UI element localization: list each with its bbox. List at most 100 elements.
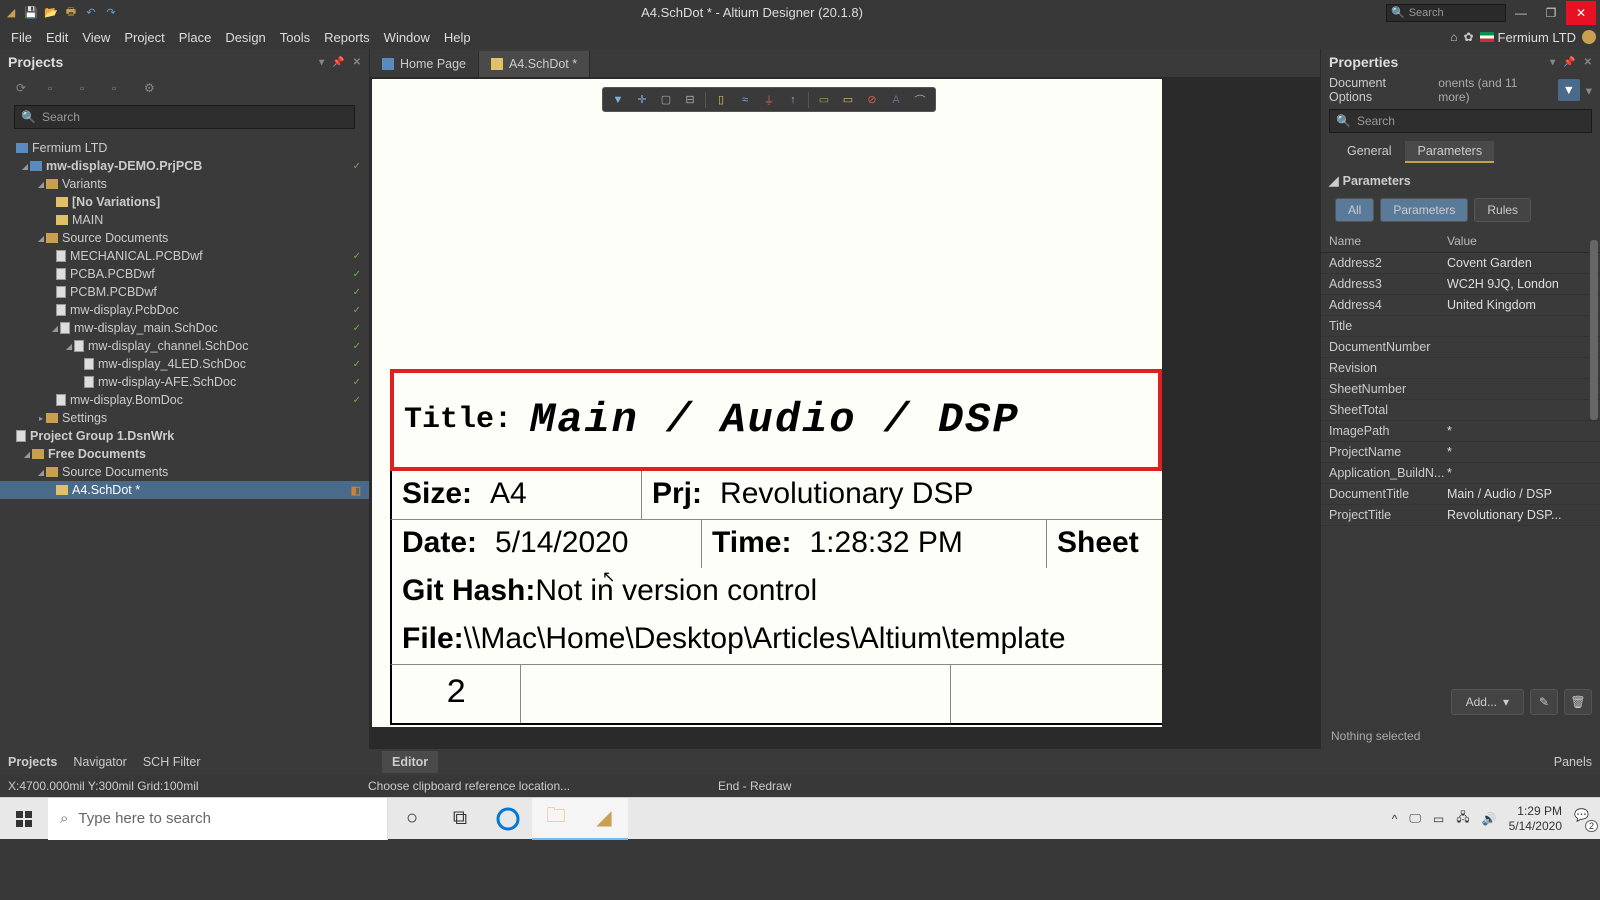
tray-monitor-icon[interactable]: 🖵 (1409, 811, 1421, 826)
tray-volume-icon[interactable]: 🔊 (1482, 812, 1497, 826)
save-icon[interactable]: 💾 (24, 6, 38, 20)
menu-project[interactable]: Project (117, 27, 171, 48)
tree-source-docs[interactable]: ◢Source Documents (0, 229, 369, 247)
tree-a4schdot[interactable]: A4.SchDot *◧ (0, 481, 369, 499)
collapse-icon[interactable]: ◢ (64, 342, 74, 351)
part-icon[interactable]: ▯ (710, 90, 732, 110)
menu-design[interactable]: Design (218, 27, 272, 48)
wire-icon[interactable]: ≈ (734, 90, 756, 110)
tab-parameters[interactable]: Parameters (1405, 141, 1494, 163)
tray-battery-icon[interactable]: ▭ (1433, 812, 1444, 826)
move-icon[interactable]: ✛ (631, 90, 653, 110)
menu-place[interactable]: Place (172, 27, 219, 48)
panel-pin-icon[interactable]: 📌 (332, 57, 344, 68)
cortana-icon[interactable]: ○ (388, 798, 436, 840)
editor-tab[interactable]: Editor (382, 751, 438, 773)
noerc-icon[interactable]: ⊘ (861, 90, 883, 110)
properties-search[interactable]: 🔍 Search (1329, 109, 1592, 133)
tree-doc[interactable]: PCBA.PCBDwf✓ (0, 265, 369, 283)
menu-tools[interactable]: Tools (273, 27, 317, 48)
table-row[interactable]: DocumentTitleMain / Audio / DSP (1321, 484, 1600, 505)
minimize-button[interactable]: — (1506, 1, 1536, 25)
tree-variants[interactable]: ◢Variants (0, 175, 369, 193)
collapse-icon[interactable]: ◢ (20, 162, 30, 171)
toolbar-folder-icon[interactable]: ▫ (80, 81, 94, 95)
panel-dropdown-icon[interactable]: ▾ (319, 57, 324, 68)
parameters-section[interactable]: ◢Parameters (1321, 167, 1600, 194)
tab-home[interactable]: Home Page (370, 51, 479, 77)
tree-settings[interactable]: ▸Settings (0, 409, 369, 427)
undo-icon[interactable]: ↶ (84, 6, 98, 20)
start-button[interactable] (0, 798, 48, 840)
chevron-down-icon[interactable]: ▾ (1586, 83, 1592, 98)
table-row[interactable]: SheetNumber (1321, 379, 1600, 400)
collapse-icon[interactable]: ◢ (36, 234, 46, 243)
tree-doc[interactable]: mw-display.PcbDoc✓ (0, 301, 369, 319)
panel-close-icon[interactable]: ✕ (1584, 57, 1592, 68)
table-row[interactable]: ImagePath* (1321, 421, 1600, 442)
maximize-button[interactable]: ❐ (1536, 1, 1566, 25)
menu-window[interactable]: Window (377, 27, 437, 48)
tree-doc[interactable]: MECHANICAL.PCBDwf✓ (0, 247, 369, 265)
edit-button[interactable]: ✎ (1530, 689, 1558, 715)
table-row[interactable]: Title (1321, 316, 1600, 337)
filter-parameters[interactable]: Parameters (1380, 198, 1468, 222)
table-row[interactable]: Revision (1321, 358, 1600, 379)
table-row[interactable]: Address4United Kingdom (1321, 295, 1600, 316)
tab-general[interactable]: General (1335, 141, 1403, 163)
edge-icon[interactable] (484, 798, 532, 840)
taskbar-clock[interactable]: 1:29 PM 5/14/2020 (1509, 804, 1562, 833)
delete-button[interactable]: 🗑 (1564, 689, 1592, 715)
open-icon[interactable]: 📂 (44, 6, 58, 20)
tray-chevron-icon[interactable]: ^ (1392, 812, 1398, 826)
port-icon[interactable]: ▭ (837, 90, 859, 110)
home-icon[interactable]: ⌂ (1450, 30, 1457, 44)
collapse-icon[interactable]: ◢ (50, 324, 60, 333)
tree-doc[interactable]: PCBM.PCBDwf✓ (0, 283, 369, 301)
tree-doc[interactable]: ◢mw-display_main.SchDoc✓ (0, 319, 369, 337)
explorer-icon[interactable]: 🗀 (532, 798, 580, 840)
notifications-icon[interactable]: 💬 2 (1574, 808, 1596, 830)
expand-icon[interactable]: ▸ (36, 414, 46, 423)
tree-doc[interactable]: mw-display_4LED.SchDoc✓ (0, 355, 369, 373)
tree-doc[interactable]: ◢mw-display_channel.SchDoc✓ (0, 337, 369, 355)
menu-reports[interactable]: Reports (317, 27, 377, 48)
tree-project[interactable]: ◢mw-display-DEMO.PrjPCB✓ (0, 157, 369, 175)
align-icon[interactable]: ⊟ (679, 90, 701, 110)
global-search[interactable]: 🔍 Search (1386, 4, 1506, 22)
altium-icon[interactable]: ◢ (580, 798, 628, 840)
tree-free-docs[interactable]: ◢Free Documents (0, 445, 369, 463)
tree-group[interactable]: Project Group 1.DsnWrk (0, 427, 369, 445)
toolbar-refresh-icon[interactable]: ⟳ (16, 81, 30, 95)
filter-all[interactable]: All (1335, 198, 1374, 222)
add-button[interactable]: Add...▾ (1451, 689, 1524, 715)
net-icon[interactable]: ▭ (813, 90, 835, 110)
table-row[interactable]: Application_BuildN...* (1321, 463, 1600, 484)
menu-file[interactable]: File (4, 27, 39, 48)
tree-doc[interactable]: mw-display-AFE.SchDoc✓ (0, 373, 369, 391)
btm-tab-projects[interactable]: Projects (8, 755, 57, 769)
schematic-canvas[interactable]: ▼ ✛ ▢ ⊟ ▯ ≈ ⏚ ↑ ▭ ▭ ⊘ A ⌒ (372, 79, 1162, 727)
tree-free-source[interactable]: ◢Source Documents (0, 463, 369, 481)
tree-main-variant[interactable]: MAIN (0, 211, 369, 229)
projects-search[interactable]: 🔍 Search (14, 105, 355, 129)
tab-schdot[interactable]: A4.SchDot * (479, 51, 590, 77)
arc-icon[interactable]: ⌒ (909, 90, 931, 110)
globe-icon[interactable] (1582, 30, 1596, 44)
table-row[interactable]: SheetTotal (1321, 400, 1600, 421)
btm-tab-schfilter[interactable]: SCH Filter (143, 755, 201, 769)
panels-button[interactable]: Panels (1554, 755, 1592, 769)
menu-view[interactable]: View (75, 27, 117, 48)
menu-edit[interactable]: Edit (39, 27, 75, 48)
table-row[interactable]: Address3WC2H 9JQ, London (1321, 274, 1600, 295)
settings-icon[interactable]: ✿ (1463, 30, 1473, 44)
menu-help[interactable]: Help (437, 27, 478, 48)
toolbar-file-icon[interactable]: ▫ (112, 81, 126, 95)
taskbar-search[interactable]: ⌕ Type here to search (48, 798, 388, 840)
select-icon[interactable]: ▢ (655, 90, 677, 110)
filter-button[interactable]: ▼ (1558, 79, 1580, 101)
toolbar-project-icon[interactable]: ▫ (48, 81, 62, 95)
table-row[interactable]: ProjectTitleRevolutionary DSP... (1321, 505, 1600, 526)
gnd-icon[interactable]: ⏚ (758, 90, 780, 110)
panel-close-icon[interactable]: ✕ (353, 57, 361, 68)
